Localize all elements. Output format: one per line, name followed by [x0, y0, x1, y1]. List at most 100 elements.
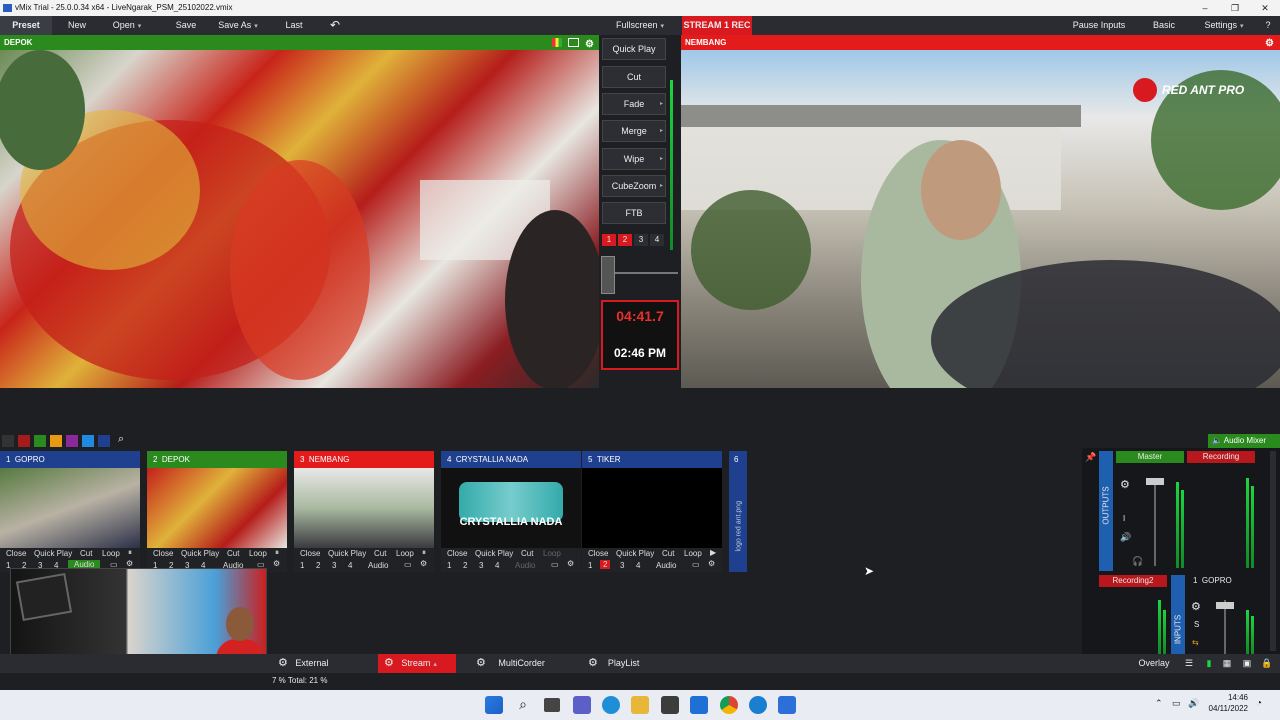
maximize-button[interactable]: ❐	[1220, 0, 1250, 16]
task-view-icon[interactable]	[544, 698, 560, 712]
input-2-thumbnail[interactable]	[147, 468, 287, 548]
ftb-button[interactable]: FTB	[602, 202, 666, 224]
close-button[interactable]: Close	[447, 549, 467, 558]
cut-button[interactable]: Cut	[80, 549, 92, 558]
input-1-thumbnail[interactable]	[0, 468, 140, 548]
transition-number-1[interactable]: 1	[602, 234, 616, 246]
gear-icon[interactable]: ⚙	[273, 559, 280, 568]
grid-icon[interactable]: ▦	[1220, 654, 1234, 673]
route-icon[interactable]: ⇆	[1192, 638, 1199, 647]
input-3-header[interactable]: 3 NEMBANG	[294, 451, 434, 468]
input-6-header[interactable]: 6	[729, 451, 747, 468]
close-button[interactable]: Close	[6, 549, 26, 558]
pause-icon[interactable]: ⏸	[275, 548, 279, 558]
edge-icon[interactable]	[602, 696, 620, 714]
preset-button[interactable]: Preset	[0, 16, 52, 35]
overlay-3[interactable]: 3	[479, 561, 483, 570]
color-filter-red[interactable]	[18, 435, 30, 447]
lock-icon[interactable]: 🔒	[1260, 654, 1274, 673]
gear-icon[interactable]: ⚙	[126, 559, 133, 568]
volume-icon[interactable]: 🔊	[1188, 698, 1199, 709]
gear-icon[interactable]: ⚙	[1120, 478, 1130, 491]
settings-button[interactable]: Settings ▾	[1196, 16, 1252, 35]
color-filter-orange[interactable]	[50, 435, 62, 447]
input-5-header[interactable]: 5 TIKER	[582, 451, 722, 468]
quick-play-button[interactable]: Quick Play	[475, 549, 513, 558]
pause-icon[interactable]: ⏸	[422, 548, 426, 558]
gear-icon[interactable]: ⚙	[1265, 36, 1274, 51]
notification-icon[interactable]: ◔	[1256, 698, 1262, 709]
close-window-button[interactable]: ✕	[1250, 0, 1280, 16]
save-as-button[interactable]: Save As ▾	[214, 16, 262, 35]
output-video[interactable]: RED ANT PRO	[681, 50, 1280, 388]
input-2-header[interactable]: 2 DEPOK	[147, 451, 287, 468]
pause-icon[interactable]: ⏸	[128, 548, 132, 558]
color-icon[interactable]	[552, 38, 562, 47]
master-i-button[interactable]: I	[1123, 514, 1125, 523]
search-icon[interactable]: ⌕	[118, 433, 124, 446]
gear-icon[interactable]: ⚙	[567, 559, 574, 568]
menu-icon[interactable]: ☰	[1182, 654, 1196, 673]
pin-icon[interactable]: 📌	[1085, 452, 1096, 463]
cut-button[interactable]: Cut	[602, 66, 666, 88]
outputs-tab[interactable]: OUTPUTS	[1099, 451, 1113, 571]
multicorder-button[interactable]: ⚙ MultiCorder	[470, 654, 566, 673]
tray-chevron-icon[interactable]: ⌃	[1155, 698, 1163, 709]
t-bar-slider[interactable]	[601, 256, 615, 294]
transition-number-2[interactable]: 2	[618, 234, 632, 246]
wipe-button[interactable]: Wipe ▸	[602, 148, 666, 170]
new-button[interactable]: New	[58, 16, 96, 35]
quick-play-button[interactable]: Quick Play	[602, 38, 666, 60]
gear-icon[interactable]: ⚙	[1191, 600, 1201, 613]
overlay-button[interactable]: Overlay	[1134, 654, 1174, 673]
search-icon[interactable]: ⌕	[514, 696, 532, 714]
overlay-1[interactable]: 1	[447, 561, 451, 570]
audio-button[interactable]: Audio	[368, 561, 388, 570]
monitor-icon[interactable]: ▭	[692, 560, 700, 569]
monitor-icon[interactable]: ▣	[1240, 654, 1254, 673]
cut-button[interactable]: Cut	[521, 549, 533, 558]
undo-icon[interactable]: ↶	[324, 16, 346, 35]
color-filter-navy[interactable]	[98, 435, 110, 447]
audio-mixer-toggle[interactable]: 🔈 Audio Mixer	[1208, 434, 1280, 448]
merge-button[interactable]: Merge ▸	[602, 120, 666, 142]
fullscreen-button[interactable]: Fullscreen ▾	[600, 16, 680, 35]
transition-number-3[interactable]: 3	[634, 234, 648, 246]
gear-icon[interactable]: ⚙	[708, 559, 715, 568]
monitor-icon[interactable]: ▭	[551, 560, 559, 569]
vmix-taskbar-icon[interactable]	[778, 696, 796, 714]
chrome-icon[interactable]	[720, 696, 738, 714]
basic-button[interactable]: Basic	[1140, 16, 1188, 35]
color-filter-none[interactable]	[2, 435, 14, 447]
cut-button[interactable]: Cut	[227, 549, 239, 558]
quick-play-button[interactable]: Quick Play	[181, 549, 219, 558]
close-button[interactable]: Close	[588, 549, 608, 558]
audio-button[interactable]: Audio	[656, 561, 676, 570]
stream-button[interactable]: ⚙ Stream ▴	[378, 654, 456, 673]
teams-icon[interactable]	[573, 696, 591, 714]
inputs-tab[interactable]: INPUTS	[1171, 575, 1185, 654]
color-filter-blue[interactable]	[82, 435, 94, 447]
loop-button[interactable]: Loop	[249, 549, 267, 558]
overlay-2[interactable]: 2	[600, 560, 611, 569]
mixer-scrollbar[interactable]	[1270, 451, 1276, 651]
gear-icon[interactable]: ⚙	[420, 559, 427, 568]
preview-video[interactable]	[0, 50, 599, 388]
stream-indicator[interactable]: STREAM 1 REC	[682, 16, 752, 35]
external-button[interactable]: ⚙ External	[272, 654, 348, 673]
help-button[interactable]: ?	[1258, 16, 1278, 35]
transition-number-4[interactable]: 4	[650, 234, 664, 246]
meter-icon[interactable]: ▮	[1202, 654, 1216, 673]
overlay-4[interactable]: 4	[348, 561, 352, 570]
minimize-button[interactable]: –	[1190, 0, 1220, 16]
color-filter-purple[interactable]	[66, 435, 78, 447]
solo-button[interactable]: S	[1194, 620, 1199, 629]
overlay-1[interactable]: 1	[300, 561, 304, 570]
file-explorer-icon[interactable]	[631, 696, 649, 714]
quick-play-button[interactable]: Quick Play	[616, 549, 654, 558]
color-filter-green[interactable]	[34, 435, 46, 447]
audio-button[interactable]: Audio	[515, 561, 535, 570]
open-button[interactable]: Open ▾	[104, 16, 150, 35]
input-3-thumbnail[interactable]	[294, 468, 434, 548]
loop-button[interactable]: Loop	[684, 549, 702, 558]
